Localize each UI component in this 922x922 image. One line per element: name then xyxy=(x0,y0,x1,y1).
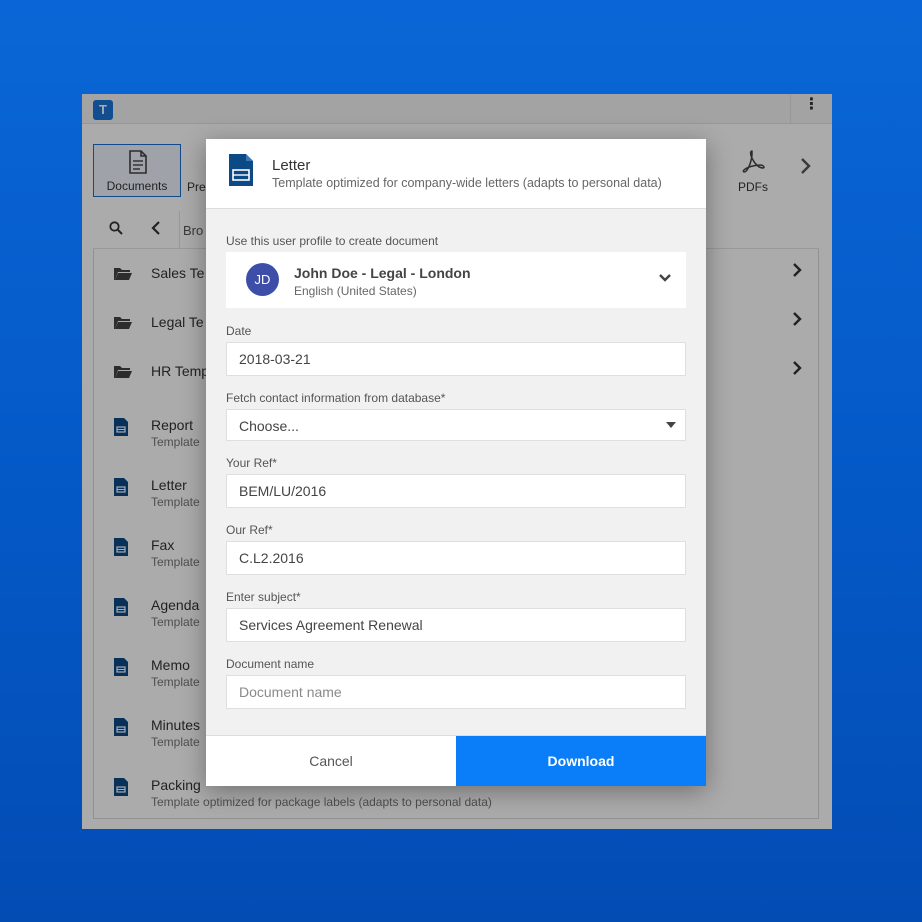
your-ref-label: Your Ref* xyxy=(226,456,277,470)
dropdown-arrow-icon xyxy=(666,422,676,428)
our-ref-field[interactable] xyxy=(226,541,686,575)
subject-field[interactable] xyxy=(226,608,686,642)
contact-label: Fetch contact information from database* xyxy=(226,391,446,405)
create-document-dialog: Letter Template optimized for company-wi… xyxy=(206,139,706,786)
dialog-header: Letter Template optimized for company-wi… xyxy=(206,139,706,209)
date-field[interactable] xyxy=(226,342,686,376)
chevron-down-icon[interactable] xyxy=(658,270,672,288)
subject-label: Enter subject* xyxy=(226,590,301,604)
cancel-button[interactable]: Cancel xyxy=(206,736,456,786)
date-label: Date xyxy=(226,324,252,338)
document-name-field[interactable] xyxy=(226,675,686,709)
contact-database-select[interactable]: Choose... xyxy=(226,409,686,441)
profile-label: Use this user profile to create document xyxy=(226,234,439,248)
download-button[interactable]: Download xyxy=(456,736,706,786)
avatar: JD xyxy=(246,263,279,296)
profile-locale: English (United States) xyxy=(294,284,417,298)
dialog-footer: Cancel Download xyxy=(206,735,706,786)
our-ref-label: Our Ref* xyxy=(226,523,273,537)
user-profile-select[interactable]: JD John Doe - Legal - London English (Un… xyxy=(226,252,686,308)
your-ref-field[interactable] xyxy=(226,474,686,508)
profile-name: John Doe - Legal - London xyxy=(294,265,471,281)
contact-select-value: Choose... xyxy=(239,418,299,434)
dialog-title: Letter xyxy=(272,157,311,174)
dialog-subtitle: Template optimized for company-wide lett… xyxy=(272,176,662,190)
letter-document-icon xyxy=(229,154,253,186)
document-name-label: Document name xyxy=(226,657,315,671)
